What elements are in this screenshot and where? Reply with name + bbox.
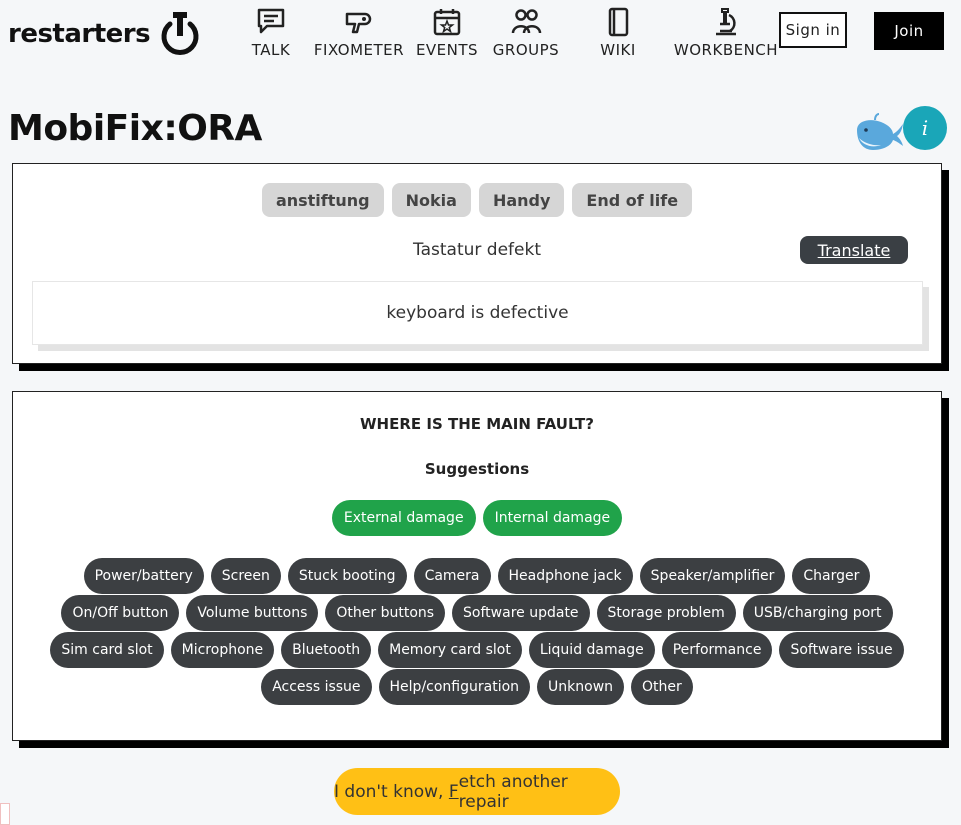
power-logo-icon [161, 12, 199, 55]
nav-groups-label: GROUPS [492, 41, 560, 59]
book-icon [608, 7, 629, 37]
fault-power-battery[interactable]: Power/battery [83, 558, 204, 594]
info-icon: i [921, 116, 929, 140]
suggestions-heading: Suggestions [424, 460, 530, 478]
nav-wiki-label: WIKI [600, 41, 636, 59]
translate-button[interactable]: Translate [800, 236, 908, 264]
nav-events[interactable]: EVENTS [412, 6, 482, 59]
fault-speaker-amplifier[interactable]: Speaker/amplifier [639, 558, 786, 594]
broken-image-icon [0, 803, 10, 825]
fault-row: Access issue Help/configuration Unknown … [261, 669, 693, 705]
problem-card: anstiftung Nokia Handy End of life Tasta… [12, 163, 942, 364]
fault-heading: WHERE IS THE MAIN FAULT? [360, 415, 594, 433]
problem-translated-text: keyboard is defective [32, 281, 923, 345]
fetch-prefix: I don't know, [334, 781, 449, 802]
fault-options: Power/battery Screen Stuck booting Camer… [13, 558, 941, 705]
device-tags: anstiftung Nokia Handy End of life [13, 183, 941, 217]
info-button[interactable]: i [903, 106, 947, 150]
fault-volume-buttons[interactable]: Volume buttons [186, 595, 319, 631]
fault-camera[interactable]: Camera [413, 558, 491, 594]
fetch-accesskey: F [448, 781, 459, 802]
microscope-icon [716, 8, 736, 36]
suggestion-internal-damage[interactable]: Internal damage [482, 500, 623, 536]
nav-fixometer-label: FIXOMETER [313, 41, 405, 59]
nav-workbench[interactable]: WORKBENCH [672, 6, 780, 59]
chat-icon [257, 8, 285, 34]
fault-row: Sim card slot Microphone Bluetooth Memor… [50, 632, 904, 668]
fault-card: WHERE IS THE MAIN FAULT? Suggestions Ext… [12, 391, 942, 741]
people-icon [511, 9, 542, 34]
tag-brand: Nokia [391, 183, 471, 217]
brand-name: restarters [8, 19, 151, 49]
nav-talk[interactable]: TALK [240, 6, 302, 59]
fault-screen[interactable]: Screen [210, 558, 281, 594]
fault-row: Power/battery Screen Stuck booting Camer… [83, 558, 871, 594]
join-button[interactable]: Join [874, 12, 944, 50]
fault-usb-charging-port[interactable]: USB/charging port [742, 595, 893, 631]
fault-access-issue[interactable]: Access issue [261, 669, 372, 705]
hairdryer-icon [345, 12, 372, 34]
fault-stuck-booting[interactable]: Stuck booting [287, 558, 407, 594]
fault-software-issue[interactable]: Software issue [779, 632, 904, 668]
fault-performance[interactable]: Performance [661, 632, 773, 668]
nav-events-label: EVENTS [415, 41, 479, 59]
fault-other[interactable]: Other [631, 669, 693, 705]
fault-charger[interactable]: Charger [792, 558, 871, 594]
calendar-icon [433, 9, 461, 36]
sign-in-button[interactable]: Sign in [779, 12, 847, 48]
fault-other-buttons[interactable]: Other buttons [325, 595, 446, 631]
fault-on-off-button[interactable]: On/Off button [61, 595, 180, 631]
fault-headphone-jack[interactable]: Headphone jack [497, 558, 633, 594]
fault-storage-problem[interactable]: Storage problem [596, 595, 736, 631]
tag-source: anstiftung [261, 183, 384, 217]
fault-software-update[interactable]: Software update [452, 595, 590, 631]
fault-memory-card-slot[interactable]: Memory card slot [378, 632, 522, 668]
nav-fixometer[interactable]: FIXOMETER [310, 6, 408, 59]
page-title: MobiFix:ORA [8, 108, 262, 149]
main-nav: TALK FIXOMETER EVENTS GROUPS WIKI WORKBE… [240, 6, 780, 59]
fault-liquid-damage[interactable]: Liquid damage [528, 632, 655, 668]
fault-unknown[interactable]: Unknown [537, 669, 625, 705]
suggestion-external-damage[interactable]: External damage [331, 500, 476, 536]
nav-wiki[interactable]: WIKI [588, 6, 648, 59]
site-header: restarters TALK FIXOMETER EVENTS GROUPS … [0, 0, 961, 75]
logo[interactable]: restarters [8, 10, 202, 58]
fetch-suffix: etch another repair [458, 771, 568, 812]
nav-workbench-label: WORKBENCH [673, 41, 779, 59]
fault-help-configuration[interactable]: Help/configuration [378, 669, 531, 705]
nav-groups[interactable]: GROUPS [490, 6, 562, 59]
fault-row: On/Off button Volume buttons Other butto… [61, 595, 893, 631]
fault-bluetooth[interactable]: Bluetooth [281, 632, 372, 668]
tag-status: End of life [572, 183, 693, 217]
tag-category: Handy [478, 183, 565, 217]
nav-talk-label: TALK [251, 41, 291, 59]
suggestions-list: External damage Internal damage [13, 500, 941, 536]
fetch-another-repair-button[interactable]: I don't know, Fetch another repair [334, 768, 620, 815]
whale-icon[interactable] [853, 112, 905, 152]
fault-sim-card-slot[interactable]: Sim card slot [50, 632, 164, 668]
fault-microphone[interactable]: Microphone [170, 632, 275, 668]
